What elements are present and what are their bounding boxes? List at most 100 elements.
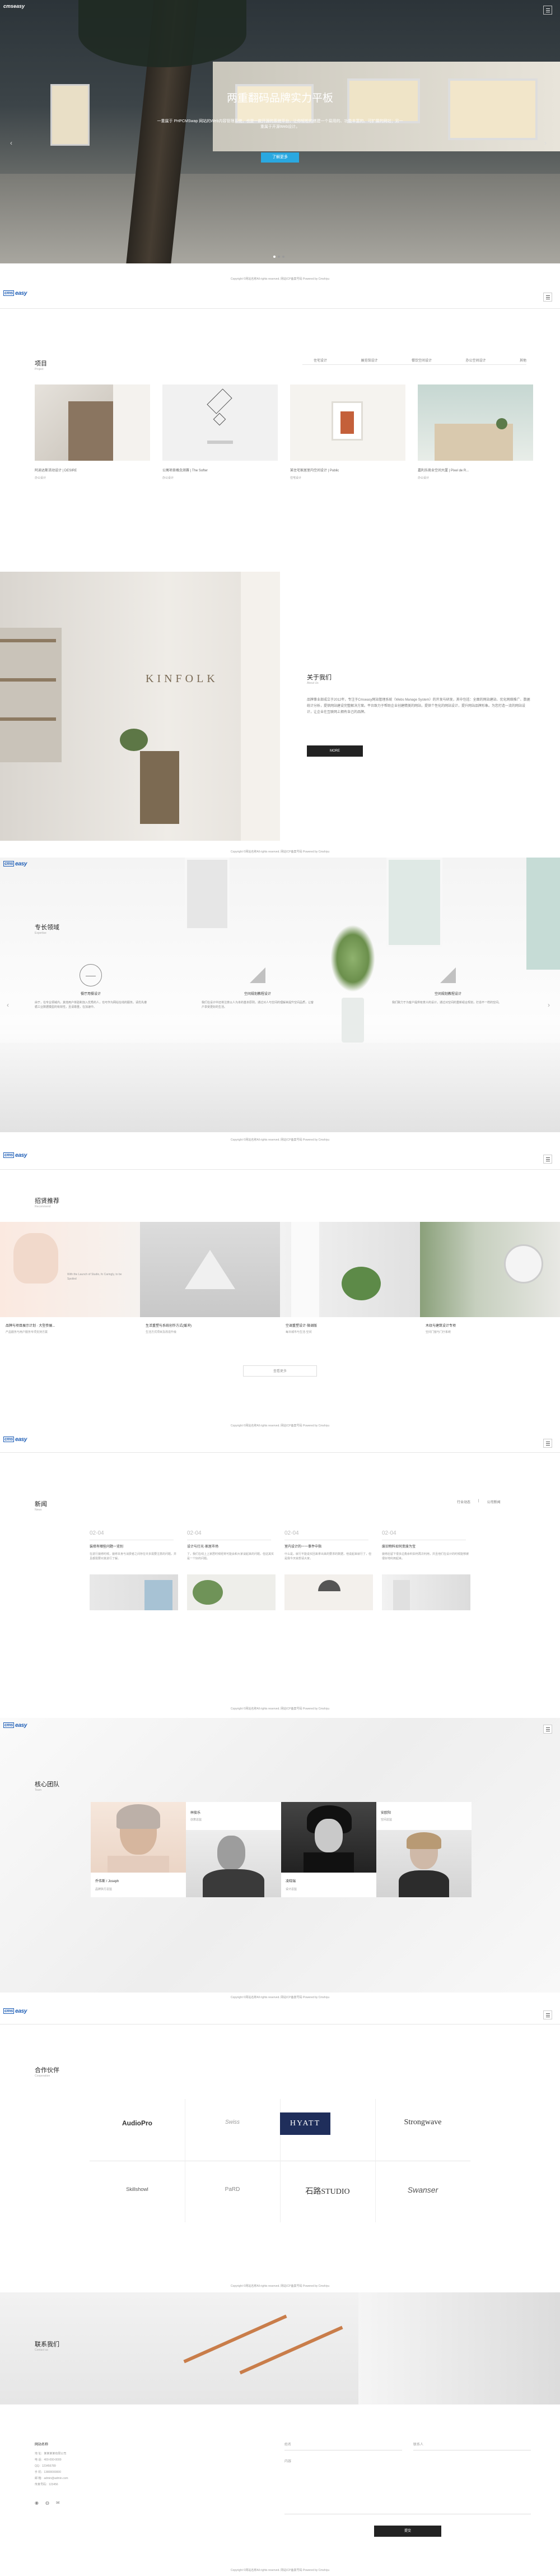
team-photo — [281, 1802, 376, 1873]
team-member-card[interactable]: 凌晓瑞 设计总监 — [281, 1802, 376, 1897]
tab-industry-news[interactable]: 行业动态 — [457, 1499, 470, 1504]
partner-logo-pard[interactable]: PaRD — [185, 2186, 280, 2193]
expertise-prev-arrow[interactable]: ‹ — [7, 1001, 9, 1009]
tabs-underline — [302, 364, 526, 365]
menu-button[interactable] — [543, 2010, 552, 2019]
hero-dot[interactable] — [273, 256, 276, 258]
menu-button[interactable] — [543, 1439, 552, 1448]
contact-company: 网站名称 — [35, 2443, 49, 2447]
about-section: cmseasy KINFOLK 关于我们 About Us 品牌事业部成立于20… — [0, 572, 560, 849]
news-date: 02-04 — [382, 1530, 396, 1536]
menu-button[interactable] — [543, 1155, 552, 1164]
content-field[interactable]: 内容 — [284, 2458, 531, 2514]
hero-title: 两重翻码品牌实力平板 — [226, 92, 333, 104]
news-title: 室内设计的一一事件中指 — [284, 1545, 322, 1549]
about-more-button[interactable]: MORE — [307, 745, 363, 757]
site-logo[interactable]: cmseasy — [3, 2008, 55, 2015]
recommend-image — [420, 1222, 560, 1317]
site-logo[interactable]: cmseasy — [3, 1437, 55, 1443]
expertise-item[interactable]: 空间规划教程设计 我们在设计中还将注意以人为本的基本原则，通过对人与空间的理解来… — [202, 964, 314, 1009]
qq-icon[interactable]: ✉ — [56, 2500, 60, 2505]
tab-residential[interactable]: 住宅设计 — [314, 358, 327, 363]
hero-floor — [0, 174, 560, 263]
expertise-next-arrow[interactable]: › — [548, 1001, 550, 1009]
team-photo — [91, 1802, 186, 1873]
tab-exhibition[interactable]: 展览馆设计 — [361, 358, 377, 363]
hero-logo[interactable]: cmseasy — [3, 3, 43, 10]
section-title: 关于我们 — [307, 674, 332, 681]
partner-logo-audiopro[interactable]: AudioPro — [90, 2119, 185, 2127]
name-field[interactable]: 姓名 — [284, 2441, 402, 2450]
project-card[interactable]: 公寓项目概念测赛 | The Softer 办公设计 — [162, 384, 278, 480]
site-logo[interactable]: cmseasy — [3, 1722, 55, 1729]
team-member-card[interactable]: 乔伟斯 / Joseph 品牌执行总监 — [91, 1802, 186, 1897]
project-card[interactable]: 嘉利乐商业空间大厦 | Pixel de R... 办公设计 — [418, 384, 533, 480]
recommend-card[interactable]: 木纹与建筑设计专项 空间门窗与门厅系统 — [420, 1222, 560, 1334]
site-logo[interactable]: cmseasy — [3, 290, 55, 297]
expertise-item[interactable]: 餐厅用餐设计 由于，在专业领域内，其他用户体验和加入优秀的人，也可作为网站在线的… — [35, 964, 147, 1009]
project-category: 办公设计 — [162, 476, 174, 480]
submit-button[interactable]: 提交 — [374, 2526, 441, 2537]
partner-logo-strongwave[interactable]: Strongwave — [375, 2118, 470, 2127]
news-image — [382, 1574, 470, 1610]
contact-line: 地 址：某某某某有限公司 — [35, 2452, 67, 2455]
space-planning-icon — [246, 964, 269, 986]
team-photo — [186, 1830, 281, 1897]
team-member-card[interactable]: 安欧阳 空间总监 — [376, 1802, 472, 1897]
project-card[interactable]: 某住宅家居室内空间设计 | Public 住宅设计 — [290, 384, 405, 480]
recommend-name: 生活重塑与系统创作方式(缓冲) — [146, 1324, 192, 1328]
site-logo[interactable]: cmseasy — [3, 861, 55, 868]
recommend-card[interactable]: 空调重塑设计·微调版 每日城市与生活·空间 — [280, 1222, 420, 1334]
team-member-card[interactable]: 林俊乐 创意总监 — [186, 1802, 281, 1897]
hero-dot[interactable] — [282, 256, 284, 258]
recommend-card[interactable]: 生活重塑与系统创作方式(缓冲) 生活方式项目及改造升级 — [140, 1222, 280, 1334]
recommend-more-button[interactable]: 查看更多 — [243, 1365, 317, 1377]
section-subtitle: About Us — [307, 682, 319, 685]
hero-prev-arrow[interactable]: ‹ — [10, 139, 12, 147]
news-card[interactable]: 02-04 室内设计的一一事件中指 什么是，就行不能说买回来拿出来的要求的数据，… — [284, 1530, 373, 1610]
project-card[interactable]: 阿迪达斯活动设计 | DESIRE 办公设计 — [35, 384, 150, 480]
partner-logo-swanser[interactable]: Swanser — [375, 2185, 470, 2194]
menu-button[interactable] — [543, 293, 552, 302]
tab-separator: | — [478, 1499, 479, 1503]
section-title: 项目 — [35, 360, 47, 367]
partner-logo-hyatt[interactable]: HYATT — [280, 2112, 330, 2135]
news-card[interactable]: 02-04 废旧物料如何变废为宝 装修后留下很多边角余料如何再次利用，并且他们在… — [382, 1530, 470, 1610]
menu-button[interactable] — [543, 6, 552, 15]
section-title: 联系我们 — [35, 2341, 59, 2348]
hero-button[interactable]: 了解更多 — [261, 152, 299, 163]
site-logo[interactable]: cmseasy — [3, 1152, 55, 1159]
hero-next-arrow[interactable]: › — [544, 139, 547, 147]
news-image — [284, 1574, 373, 1610]
section-subtitle: Cooperation — [35, 2074, 50, 2078]
weibo-icon[interactable]: ◉ — [35, 2500, 39, 2505]
copyright-text: Copyright ©网站名称All rights reserved. 网站IC… — [230, 1424, 330, 1428]
phone-field[interactable]: 联系人 — [413, 2441, 531, 2450]
hero-desc: 一重属于 PHPCMSwap 网站的Web内容管理系统，也是一款开源的系统平台，… — [157, 119, 403, 129]
copyright-text: Copyright ©网站名称All rights reserved. 网站IC… — [230, 1996, 330, 1999]
expertise-counter — [0, 1043, 560, 1132]
recommend-sub: 空间门窗与门厅系统 — [426, 1331, 451, 1334]
project-image — [162, 384, 278, 461]
tab-dining[interactable]: 餐饮空间设计 — [412, 358, 432, 363]
partner-logo-shilu-studio[interactable]: 石路STUDIO — [280, 2185, 375, 2197]
hero-section: cmseasy 两重翻码品牌实力平板 一重属于 PHPCMSwap 网站的Web… — [0, 0, 560, 263]
section-subtitle: Project — [35, 368, 44, 371]
partner-logo-swiss[interactable]: Swiss — [185, 2119, 280, 2125]
hero-dot[interactable] — [278, 256, 280, 258]
news-card[interactable]: 02-04 装修有哪些问题一览别 在进行装修时候，装修本身与消费者之间存在许多需… — [90, 1530, 178, 1610]
tab-office[interactable]: 办公空间设计 — [465, 358, 486, 363]
section-title: 招贤推荐 — [35, 1198, 59, 1204]
expertise-name: 餐厅用餐设计 — [80, 993, 101, 996]
news-card[interactable]: 02-04 设计与灯光·家居市场 了，我们在线上上家居时候经常可能会和大家谈起来… — [187, 1530, 276, 1610]
recommend-card[interactable]: With the Launch of Studio, fo Caringly, … — [0, 1222, 140, 1334]
wechat-icon[interactable]: ◍ — [45, 2500, 49, 2505]
section-subtitle: Expertise — [35, 932, 46, 935]
tab-company-news[interactable]: 公司新闻 — [487, 1499, 501, 1504]
divider — [0, 1169, 560, 1170]
tab-other[interactable]: 其他 — [520, 358, 526, 363]
menu-button[interactable] — [543, 1725, 552, 1734]
copyright-text: Copyright ©网站名称All rights reserved. 网站IC… — [230, 2285, 330, 2288]
partner-logo-skillshowl[interactable]: Skillshowl — [90, 2186, 185, 2192]
expertise-item[interactable]: 空间规划教程设计 我们致力于为客户提供有意义的设计，通过对空间的重新组合规划，打… — [392, 964, 504, 1005]
